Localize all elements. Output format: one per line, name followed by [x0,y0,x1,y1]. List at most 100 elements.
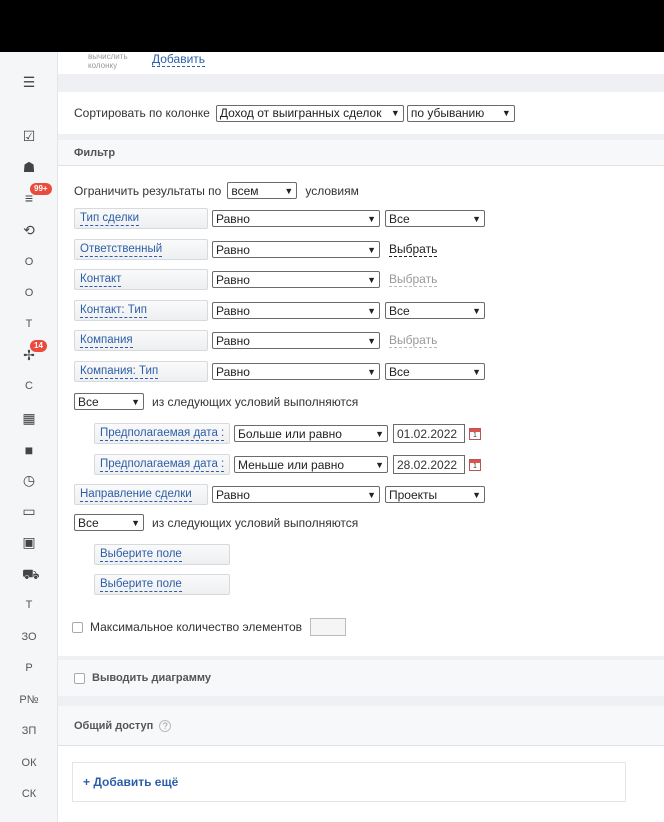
date-input[interactable]: 28.02.2022 [393,455,465,474]
group2-mode-value: Все [78,515,99,530]
sidebar-item-label: С [25,380,33,392]
filter-value-select[interactable]: Все ▼ [385,210,485,227]
sidebar-item-0[interactable]: ☰ [0,70,58,94]
calendar-icon[interactable]: 1 [469,427,481,440]
chevron-down-icon: ▼ [472,305,481,316]
chevron-down-icon: ▼ [131,517,140,528]
sort-order-value: по убыванию [410,106,485,120]
sidebar-item-8[interactable]: ✢ 14 [0,340,58,367]
chevron-down-icon: ▼ [284,185,294,196]
limit-select[interactable]: всем ▼ [227,182,298,199]
sidebar-item-18[interactable]: Р [0,656,58,680]
date-field-label: Предполагаемая дата : [100,457,225,472]
menu-icon: ☰ [22,74,36,90]
calendar-icon[interactable]: 1 [469,458,481,471]
filter-op-select[interactable]: Равно ▼ [212,241,380,258]
sidebar-item-21[interactable]: ОК [0,751,58,775]
direction-op-select[interactable]: Равно ▼ [212,486,380,503]
sidebar-item-19[interactable]: Р№ [0,688,58,712]
date-field-label: Предполагаемая дата : [100,426,225,441]
sidebar-item-11[interactable]: ■ [0,438,58,462]
group1-row: Все ▼ из следующих условий выполняются [74,393,358,410]
direction-value-select[interactable]: Проекты ▼ [385,486,485,503]
filter-field-label: Тип сделки [80,211,140,226]
sidebar-item-3[interactable]: ≡ 99+ [0,183,58,210]
max-elements-input[interactable] [310,618,347,636]
sidebar-item-10[interactable]: ▦ [0,406,58,430]
filter-value-select[interactable]: Все ▼ [385,302,485,319]
sidebar-item-17[interactable]: ЗО [0,625,58,649]
sidebar-item-1[interactable]: ☑ [0,124,58,148]
filter-field-button[interactable]: Контакт [74,269,208,290]
filter-pick-link: Выбрать [389,333,438,348]
date-field-button[interactable]: Предполагаемая дата : [94,454,230,475]
chevron-down-icon: ▼ [367,274,376,285]
sidebar-item-2[interactable]: ☗ [0,155,58,179]
date-op-select[interactable]: Меньше или равно ▼ [234,456,388,473]
sort-column-select[interactable]: Доход от выигранных сделок ▼ [215,104,404,122]
sidebar-item-13[interactable]: ▭ [0,499,58,523]
sidebar-item-15[interactable]: ⛟ [0,562,58,586]
filter-pick-link: Выбрать [389,272,438,287]
video-icon: ■ [24,442,34,458]
sidebar-item-6[interactable]: О [0,281,58,305]
puzzle-icon: ✢ 14 [22,340,47,362]
sidebar-item-20[interactable]: ЗП [0,719,58,743]
add-column-panel: вычислить колонку Добавить [58,52,664,74]
sidebar-item-16[interactable]: Т [0,593,58,617]
help-icon[interactable]: ? [159,719,172,732]
group2-choose2-row: Выберите поле [94,574,230,595]
filter-field-button[interactable]: Контакт: Тип [74,300,208,321]
sidebar-item-5[interactable]: О [0,250,58,274]
filter-panel: Фильтр Ограничить результаты по всем ▼ ус… [58,140,664,656]
direction-field-button[interactable]: Направление сделки [74,484,208,505]
filter-field-button[interactable]: Ответственный [74,239,208,260]
sidebar-item-label: ЗП [21,725,37,737]
grid-icon: ▦ [22,410,36,426]
sidebar-item-9[interactable]: С [0,374,58,398]
choose-field-button-2[interactable]: Выберите поле [94,574,230,595]
sidebar-item-12[interactable]: ◷ [0,468,58,492]
sort-order-select[interactable]: по убыванию ▼ [406,104,515,122]
sidebar-item-7[interactable]: Т [0,312,58,336]
notification-badge: 99+ [30,183,52,195]
date-field-button[interactable]: Предполагаемая дата : [94,423,230,444]
filter-field-button[interactable]: Компания [74,330,208,351]
add-column-link[interactable]: Добавить [152,52,206,67]
chevron-down-icon: ▼ [375,428,384,439]
filter-field-button[interactable]: Тип сделки [74,208,208,229]
direction-row: Направление сделки Равно ▼ Проекты ▼ [74,484,485,505]
choose-field-button-1[interactable]: Выберите поле [94,544,230,565]
chevron-down-icon: ▼ [375,459,384,470]
group2-text: из следующих условий выполняются [152,515,359,530]
filter-op-select[interactable]: Равно ▼ [212,363,380,380]
filter-value: Все [389,211,410,226]
filter-op-select[interactable]: Равно ▼ [212,271,380,288]
date-condition-row: Предполагаемая дата : Больше или равно ▼ … [94,423,481,444]
sidebar-item-4[interactable]: ⟲ [0,218,58,242]
filter-field-button[interactable]: Компания: Тип [74,361,208,382]
filter-value-select[interactable]: Все ▼ [385,363,485,380]
limit-value: всем [231,183,259,198]
filter-op-select[interactable]: Равно ▼ [212,332,380,349]
date-input[interactable]: 01.02.2022 [393,424,465,443]
group1-mode-select[interactable]: Все ▼ [74,393,144,410]
filter-field-label: Компания [80,333,133,348]
filter-pick-link[interactable]: Выбрать [389,242,438,257]
sidebar-item-14[interactable]: ▣ [0,530,58,554]
sidebar-item-label: ОК [21,757,37,769]
max-elements-checkbox[interactable] [72,621,83,633]
share-header: Общий доступ ? [58,706,664,746]
chevron-down-icon: ▼ [367,213,376,224]
sidebar-item-22[interactable]: СК [0,782,58,806]
sidebar-item-label: СК [21,788,37,800]
chevron-down-icon: ▼ [367,335,376,346]
filter-op-select[interactable]: Равно ▼ [212,302,380,319]
compute-column-text: вычислить колонку [88,52,128,70]
diagram-checkbox[interactable] [74,672,85,684]
group2-mode-select[interactable]: Все ▼ [74,514,144,531]
date-op-select[interactable]: Больше или равно ▼ [234,425,388,442]
filter-op-select[interactable]: Равно ▼ [212,210,380,227]
add-more-button[interactable]: + Добавить ещё [72,762,626,802]
filter-field-label: Контакт: Тип [80,303,147,318]
